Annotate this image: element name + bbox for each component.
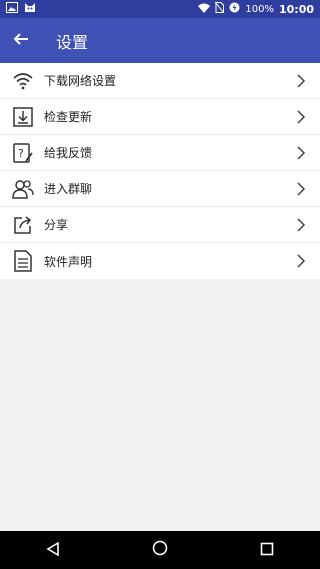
chevron-right-icon [296,145,306,161]
wifi-signal-icon [198,3,211,16]
arrow-left-icon [13,31,29,51]
menu-item-label: 分享 [44,218,69,232]
nav-back-button[interactable] [33,531,73,569]
square-recents-icon [260,541,274,560]
status-left [6,2,36,16]
menu-item-group-chat[interactable]: 进入群聊 [0,171,320,207]
download-update-icon [12,106,34,128]
circle-home-icon [152,540,168,560]
battery-percent: 100% [245,3,274,15]
share-icon [12,214,34,236]
feedback-icon: ? [12,142,34,164]
app-bar: 设置 [0,18,320,63]
svg-text:?: ? [18,147,24,160]
image-notification-icon [6,2,18,16]
chevron-right-icon [296,217,306,233]
chevron-right-icon [296,253,306,269]
menu-item-check-update[interactable]: 检查更新 [0,99,320,135]
menu-item-label: 给我反馈 [44,146,93,160]
triangle-back-icon [46,541,60,560]
battery-saver-icon [229,2,240,16]
status-right: 100% 10:00 [198,1,314,16]
clock: 10:00 [278,2,314,16]
chevron-right-icon [296,181,306,197]
page-title: 设置 [56,32,89,52]
status-bar: 100% 10:00 [0,0,320,18]
menu-item-label: 检查更新 [44,110,93,124]
nav-home-button[interactable] [140,531,180,569]
document-icon [12,250,34,272]
menu-item-label: 软件声明 [44,254,93,269]
system-nav-bar [0,531,320,569]
back-button[interactable] [0,18,42,63]
chevron-right-icon [296,109,306,125]
wifi-icon [12,70,34,92]
menu-item-label: 下载网络设置 [44,74,117,88]
menu-item-label: 进入群聊 [44,182,93,196]
menu-item-software-statement[interactable]: 软件声明 [0,243,320,279]
menu-item-feedback[interactable]: ? 给我反馈 [0,135,320,171]
chevron-right-icon [296,73,306,89]
menu-item-download-network-settings[interactable]: 下载网络设置 [0,63,320,99]
menu-item-share[interactable]: 分享 [0,207,320,243]
settings-menu: 下载网络设置 检查更新 ? 给我反馈 进入群聊 分享 软件声明 [0,63,320,279]
nav-recents-button[interactable] [247,531,287,569]
no-sim-icon [215,1,225,16]
group-chat-icon [12,178,34,200]
cat-notification-icon [24,2,36,16]
